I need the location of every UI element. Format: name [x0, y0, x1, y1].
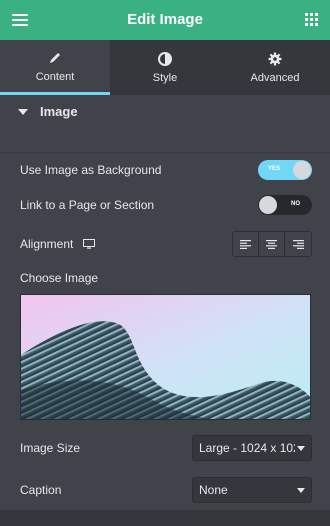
next-section-strip [0, 510, 330, 526]
caret-down-icon [18, 108, 28, 115]
building-image [21, 295, 310, 419]
caption-value: None [199, 483, 228, 497]
caption-label: Caption [20, 483, 62, 497]
toggle-knob [259, 196, 277, 214]
tab-style[interactable]: Style [110, 40, 220, 95]
image-size-row: Image Size Large - 1024 x 1024 [20, 435, 312, 461]
align-left-icon[interactable] [233, 232, 259, 256]
toggle-text: YES [268, 166, 281, 172]
image-size-label: Image Size [20, 441, 81, 455]
tab-label: Style [152, 72, 178, 84]
image-size-value: Large - 1024 x 1024 [199, 441, 295, 455]
gear-icon [268, 51, 282, 67]
use-bg-toggle[interactable]: YES [258, 160, 312, 180]
pencil-icon [48, 50, 62, 66]
align-center-icon[interactable] [259, 232, 285, 256]
link-row: Link to a Page or Section NO [20, 195, 312, 215]
grid-icon[interactable] [305, 13, 318, 26]
contrast-icon [158, 51, 172, 67]
alignment-buttons [232, 231, 312, 257]
use-bg-label: Use Image as Background [20, 163, 162, 177]
tab-advanced[interactable]: Advanced [220, 40, 330, 95]
caption-select[interactable]: None [192, 477, 312, 503]
align-right-icon[interactable] [285, 232, 311, 256]
caption-row: Caption None [20, 477, 312, 503]
toggle-text: NO [291, 201, 300, 207]
choose-image-label: Choose Image [20, 271, 99, 285]
top-bar: Edit Image [0, 0, 330, 40]
tab-label: Advanced [250, 72, 300, 84]
image-preview[interactable] [20, 294, 311, 420]
tab-label: Content [35, 70, 75, 83]
desktop-icon[interactable] [83, 239, 96, 249]
alignment-row: Alignment [20, 231, 312, 257]
section-image-header[interactable]: Image [0, 95, 330, 153]
panel-title: Edit Image [127, 11, 203, 28]
tab-content[interactable]: Content [0, 40, 110, 95]
tab-bar: Content Style Advanced [0, 40, 330, 95]
chevron-down-icon [297, 488, 305, 493]
link-toggle[interactable]: NO [258, 195, 312, 215]
use-bg-row: Use Image as Background YES [20, 160, 312, 180]
section-title: Image [40, 104, 78, 119]
chevron-down-icon [297, 446, 305, 451]
image-size-select[interactable]: Large - 1024 x 1024 [192, 435, 312, 461]
toggle-knob [293, 161, 311, 179]
alignment-label-group: Alignment [20, 237, 96, 251]
link-label: Link to a Page or Section [20, 198, 155, 212]
choose-image-row: Choose Image [20, 270, 312, 286]
alignment-label: Alignment [20, 237, 74, 251]
